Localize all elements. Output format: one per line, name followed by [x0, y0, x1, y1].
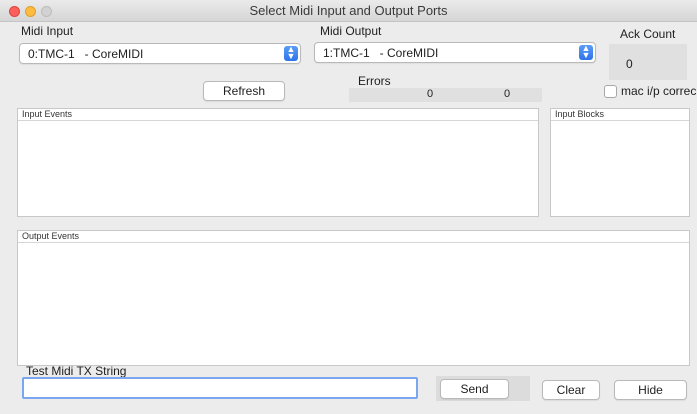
output-events-header: Output Events	[18, 231, 689, 243]
chevron-updown-icon: ▲ ▼	[579, 44, 593, 60]
midi-input-label: Midi Input	[21, 24, 74, 38]
mac-correct-label: mac i/p correc	[621, 84, 697, 98]
input-blocks-panel[interactable]: Input Blocks	[550, 108, 690, 217]
errors-value-1: 0	[427, 88, 434, 100]
chevron-updown-icon: ▲ ▼	[284, 45, 298, 61]
input-blocks-header: Input Blocks	[551, 109, 689, 121]
window-title: Select Midi Input and Output Ports	[249, 3, 448, 18]
tx-string-input[interactable]	[22, 377, 418, 399]
errors-display: 0 0	[349, 88, 542, 102]
midi-input-value: 0:TMC-1 - CoreMIDI	[28, 47, 144, 61]
output-events-panel[interactable]: Output Events	[17, 230, 690, 366]
errors-value-2: 0	[504, 88, 511, 100]
input-events-header: Input Events	[18, 109, 538, 121]
tx-string-label: Test Midi TX String	[26, 364, 127, 378]
midi-input-select[interactable]: 0:TMC-1 - CoreMIDI ▲ ▼	[19, 43, 301, 64]
clear-button[interactable]: Clear	[542, 380, 600, 400]
midi-output-label: Midi Output	[320, 24, 382, 38]
refresh-button[interactable]: Refresh	[203, 81, 285, 101]
input-events-panel[interactable]: Input Events	[17, 108, 539, 217]
ack-count-value: 0	[626, 57, 633, 71]
send-button[interactable]: Send	[440, 379, 509, 399]
midi-output-select[interactable]: 1:TMC-1 - CoreMIDI ▲ ▼	[314, 42, 596, 63]
ack-count-display: 0	[609, 44, 687, 80]
mac-correct-checkbox[interactable]	[604, 85, 617, 98]
ack-count-label: Ack Count	[620, 27, 676, 41]
hide-button[interactable]: Hide	[614, 380, 687, 400]
midi-output-value: 1:TMC-1 - CoreMIDI	[323, 46, 439, 60]
errors-label: Errors	[358, 74, 391, 88]
